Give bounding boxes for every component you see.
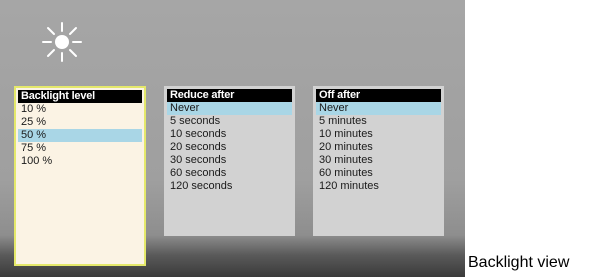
device-screen: Backlight level 10 % 25 % 50 % 75 % 100 … (0, 0, 465, 277)
reduce-after-list: Never 5 seconds 10 seconds 20 seconds 30… (167, 102, 292, 193)
off-option-60m[interactable]: 60 minutes (316, 167, 441, 180)
off-option-5m[interactable]: 5 minutes (316, 115, 441, 128)
backlight-option-100[interactable]: 100 % (18, 155, 142, 168)
reduce-option-10s[interactable]: 10 seconds (167, 128, 292, 141)
off-option-10m[interactable]: 10 minutes (316, 128, 441, 141)
reduce-option-never[interactable]: Never (167, 102, 292, 115)
off-after-header: Off after (316, 89, 441, 102)
brightness-sun-icon (42, 22, 82, 62)
backlight-level-list: 10 % 25 % 50 % 75 % 100 % (18, 103, 142, 168)
off-after-panel[interactable]: Off after Never 5 minutes 10 minutes 20 … (313, 86, 444, 236)
reduce-after-panel[interactable]: Reduce after Never 5 seconds 10 seconds … (164, 86, 295, 236)
off-option-20m[interactable]: 20 minutes (316, 141, 441, 154)
off-option-120m[interactable]: 120 minutes (316, 180, 441, 193)
reduce-option-5s[interactable]: 5 seconds (167, 115, 292, 128)
backlight-option-50[interactable]: 50 % (18, 129, 142, 142)
backlight-option-75[interactable]: 75 % (18, 142, 142, 155)
reduce-option-60s[interactable]: 60 seconds (167, 167, 292, 180)
reduce-option-120s[interactable]: 120 seconds (167, 180, 292, 193)
off-option-never[interactable]: Never (316, 102, 441, 115)
backlight-option-10[interactable]: 10 % (18, 103, 142, 116)
reduce-option-30s[interactable]: 30 seconds (167, 154, 292, 167)
backlight-option-25[interactable]: 25 % (18, 116, 142, 129)
reduce-option-20s[interactable]: 20 seconds (167, 141, 292, 154)
off-option-30m[interactable]: 30 minutes (316, 154, 441, 167)
backlight-level-panel[interactable]: Backlight level 10 % 25 % 50 % 75 % 100 … (14, 86, 146, 266)
backlight-level-header: Backlight level (18, 90, 142, 103)
reduce-after-header: Reduce after (167, 89, 292, 102)
figure-caption: Backlight view (468, 254, 570, 271)
off-after-list: Never 5 minutes 10 minutes 20 minutes 30… (316, 102, 441, 193)
